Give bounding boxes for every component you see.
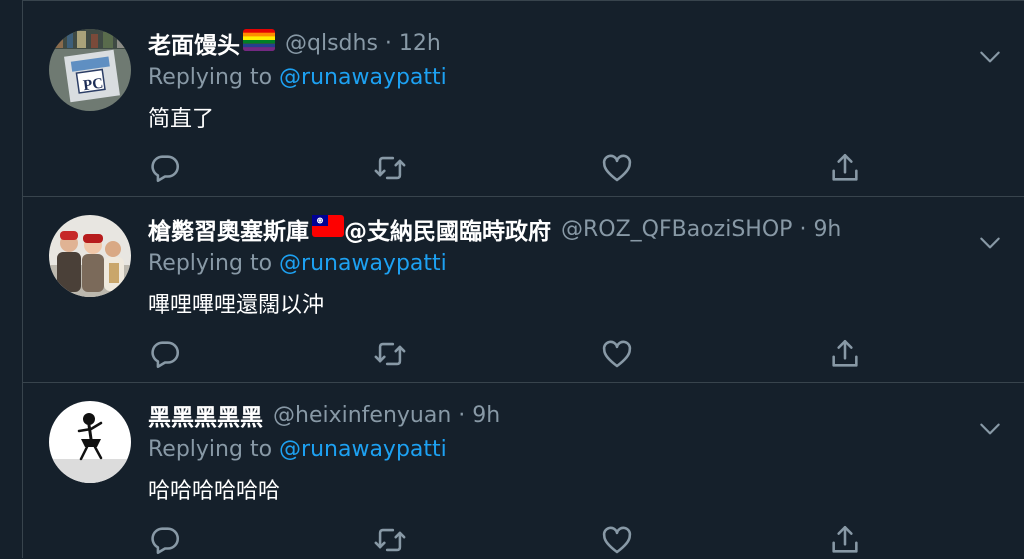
mention-link[interactable]: @runawaypatti <box>279 251 447 276</box>
like-icon[interactable] <box>600 151 634 185</box>
replying-label: Replying to <box>148 437 273 462</box>
display-name[interactable]: 黑黑黑黑黑 <box>148 398 263 432</box>
tweet-text: 嗶哩嗶哩還闊以沖 <box>148 293 325 318</box>
timeline: PC 老面馒头 @qlsdhs · 12h Replying to @runaw… <box>22 0 1024 558</box>
share-icon[interactable] <box>828 151 862 185</box>
replying-label: Replying to <box>148 65 273 90</box>
share-icon[interactable] <box>828 337 862 371</box>
timestamp[interactable]: 9h <box>813 217 841 242</box>
timestamp[interactable]: 9h <box>472 403 500 428</box>
separator-dot: · <box>799 216 807 242</box>
reply-icon[interactable] <box>148 151 182 185</box>
retweet-icon[interactable] <box>373 523 407 557</box>
avatar[interactable] <box>49 401 131 483</box>
rainbow-flag-icon <box>243 29 275 57</box>
tweet-text: 哈哈哈哈哈哈 <box>148 479 281 504</box>
avatar-logo-text: PC <box>82 76 104 95</box>
chevron-down-icon[interactable] <box>977 230 1003 256</box>
tweet[interactable]: PC 老面馒头 @qlsdhs · 12h Replying to @runaw… <box>23 11 1024 197</box>
tweet[interactable]: 槍斃習奧塞斯庫 @支納民國臨時政府 @ROZ_QFBaoziSHOP · 9h … <box>23 197 1024 383</box>
timestamp[interactable]: 12h <box>399 31 441 56</box>
tweet-header: 黑黑黑黑黑 @heixinfenyuan · 9h <box>148 398 500 432</box>
display-name[interactable]: 槍斃習奧塞斯庫 <box>148 212 309 246</box>
replying-to: Replying to @runawaypatti <box>148 65 447 90</box>
chevron-down-icon[interactable] <box>977 44 1003 70</box>
retweet-icon[interactable] <box>373 337 407 371</box>
handle[interactable]: @ROZ_QFBaoziSHOP <box>561 217 792 242</box>
separator-dot: · <box>458 402 466 428</box>
share-icon[interactable] <box>828 523 862 557</box>
reply-icon[interactable] <box>148 337 182 371</box>
display-name[interactable]: 老面馒头 <box>148 26 240 60</box>
tweet-actions <box>148 151 868 185</box>
tweet-header: 槍斃習奧塞斯庫 @支納民國臨時政府 @ROZ_QFBaoziSHOP · 9h <box>148 212 841 246</box>
tweet-text: 简直了 <box>148 107 215 132</box>
handle[interactable]: @qlsdhs <box>285 31 378 56</box>
like-icon[interactable] <box>600 523 634 557</box>
tweet-header: 老面馒头 @qlsdhs · 12h <box>148 26 441 60</box>
taiwan-flag-icon <box>312 215 344 243</box>
display-name-suffix[interactable]: @支納民國臨時政府 <box>344 212 551 246</box>
chevron-down-icon[interactable] <box>977 416 1003 442</box>
tweet-actions <box>148 337 868 371</box>
like-icon[interactable] <box>600 337 634 371</box>
avatar[interactable]: PC <box>49 29 131 111</box>
tweet-actions <box>148 523 868 557</box>
separator-dot: · <box>384 30 392 56</box>
reply-icon[interactable] <box>148 523 182 557</box>
mention-link[interactable]: @runawaypatti <box>279 65 447 90</box>
retweet-icon[interactable] <box>373 151 407 185</box>
replying-to: Replying to @runawaypatti <box>148 437 447 462</box>
replying-to: Replying to @runawaypatti <box>148 251 447 276</box>
tweet[interactable]: 黑黑黑黑黑 @heixinfenyuan · 9h Replying to @r… <box>23 383 1024 559</box>
avatar[interactable] <box>49 215 131 297</box>
mention-link[interactable]: @runawaypatti <box>279 437 447 462</box>
handle[interactable]: @heixinfenyuan <box>273 403 451 428</box>
replying-label: Replying to <box>148 251 273 276</box>
